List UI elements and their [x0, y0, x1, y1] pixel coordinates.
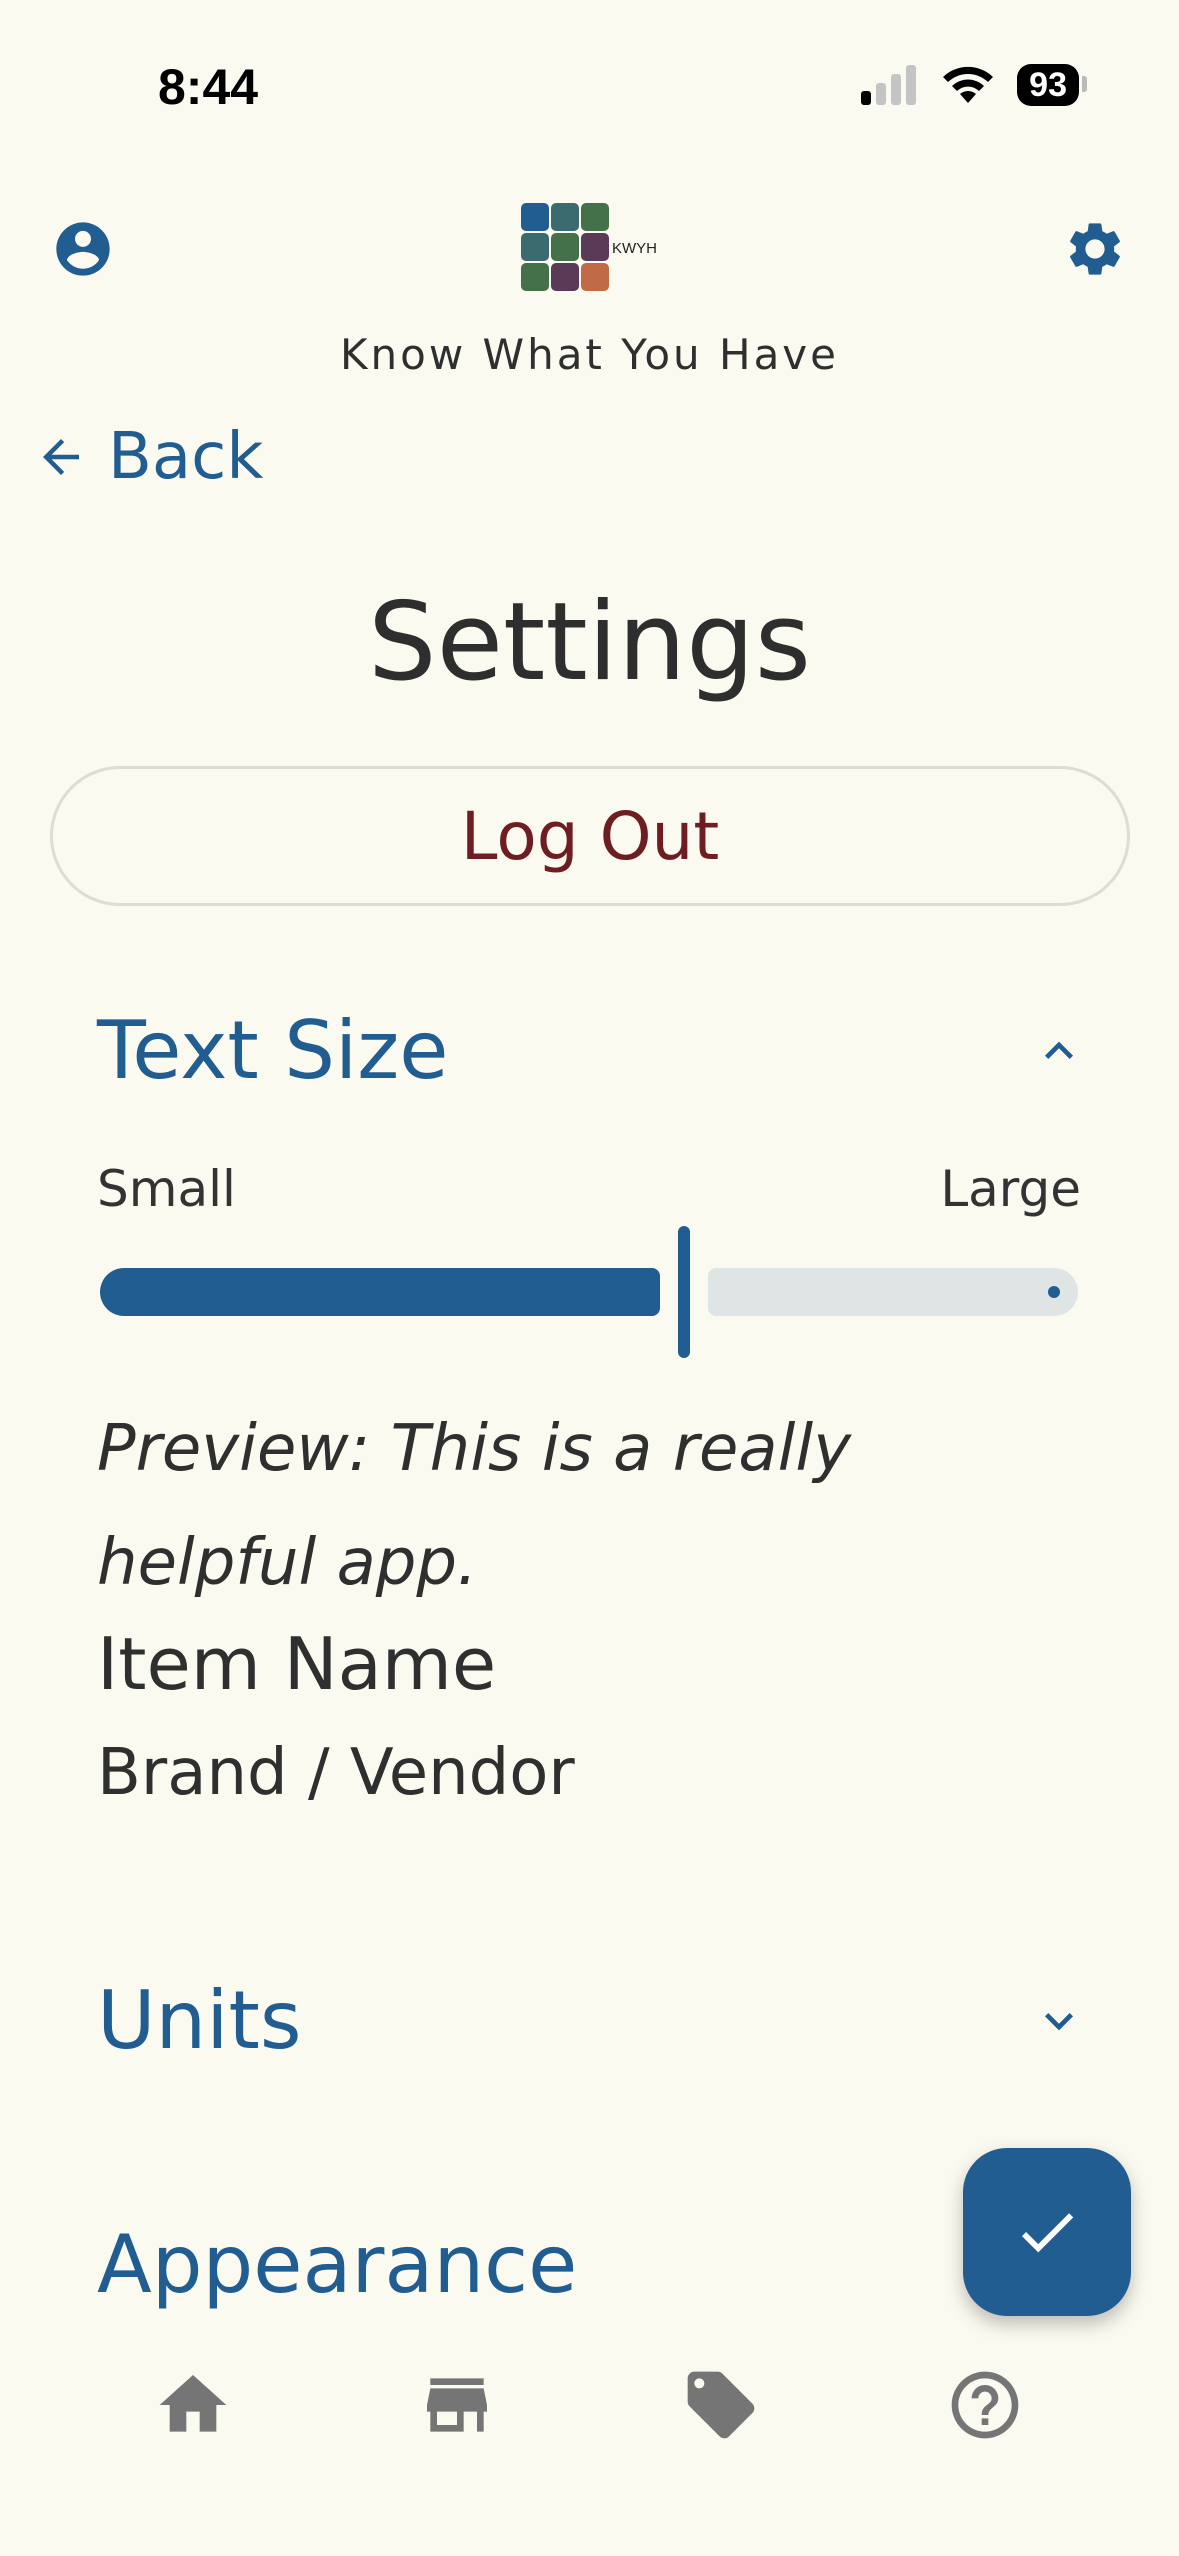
text-size-slider[interactable]	[100, 1226, 1080, 1362]
back-button[interactable]: Back	[34, 420, 263, 494]
back-label: Back	[108, 420, 264, 494]
scale-max-label: Large	[940, 1160, 1081, 1218]
nav-tags[interactable]	[676, 2360, 766, 2450]
status-time: 8:44	[158, 59, 259, 115]
appearance-title: Appearance	[97, 2218, 578, 2311]
logout-button[interactable]: Log Out	[50, 766, 1130, 906]
save-fab-button[interactable]	[963, 2148, 1131, 2316]
logout-label: Log Out	[460, 797, 720, 875]
units-section-header[interactable]: Units	[97, 1974, 1087, 2067]
text-size-title: Text Size	[97, 1004, 449, 1097]
slider-thumb[interactable]	[678, 1226, 690, 1358]
preview-item-name: Item Name	[97, 1622, 497, 1706]
account-circle-icon	[56, 222, 110, 276]
scale-min-label: Small	[97, 1160, 236, 1218]
app-logo: KWYH	[521, 203, 657, 291]
wifi-icon	[943, 66, 994, 103]
app-title: Know What You Have	[339, 330, 840, 379]
check-icon	[1021, 2213, 1074, 2253]
battery-indicator: 93	[1017, 64, 1087, 106]
profile-button[interactable]	[48, 214, 118, 284]
settings-button[interactable]	[1060, 214, 1130, 284]
text-size-scale-labels: Small Large	[97, 1160, 1081, 1218]
nav-home[interactable]	[148, 2360, 238, 2450]
bottom-navigation	[0, 2360, 1179, 2460]
chevron-down-icon[interactable]	[1031, 1993, 1087, 2049]
nav-stores[interactable]	[412, 2360, 502, 2450]
store-icon	[427, 2378, 487, 2432]
preview-brand: Brand / Vendor	[97, 1736, 575, 1810]
slider-inactive-track	[708, 1268, 1078, 1316]
help-circle-icon	[951, 2371, 1019, 2439]
text-size-section-header[interactable]: Text Size	[97, 1004, 1087, 1097]
appearance-section-header[interactable]: Appearance	[97, 2218, 1087, 2311]
logo-text: KWYH	[612, 240, 657, 257]
settings-screen: 8:44 93 KWYH Know What You Have Back Set…	[0, 0, 1179, 2556]
text-size-preview: Preview: This is a really helpful app.	[97, 1412, 852, 1600]
home-icon	[159, 2375, 227, 2432]
page-title: Settings	[368, 580, 811, 705]
gear-icon	[1070, 223, 1120, 275]
status-icons: 93	[861, 64, 1087, 106]
slider-active-track	[100, 1268, 660, 1316]
chevron-up-icon[interactable]	[1031, 1023, 1087, 1079]
nav-help[interactable]	[940, 2360, 1030, 2450]
arrow-left-icon	[43, 439, 79, 475]
slider-stop-indicator	[1048, 1286, 1060, 1298]
tag-icon	[687, 2371, 755, 2439]
units-title: Units	[97, 1974, 302, 2067]
cellular-signal-icon	[861, 65, 917, 105]
